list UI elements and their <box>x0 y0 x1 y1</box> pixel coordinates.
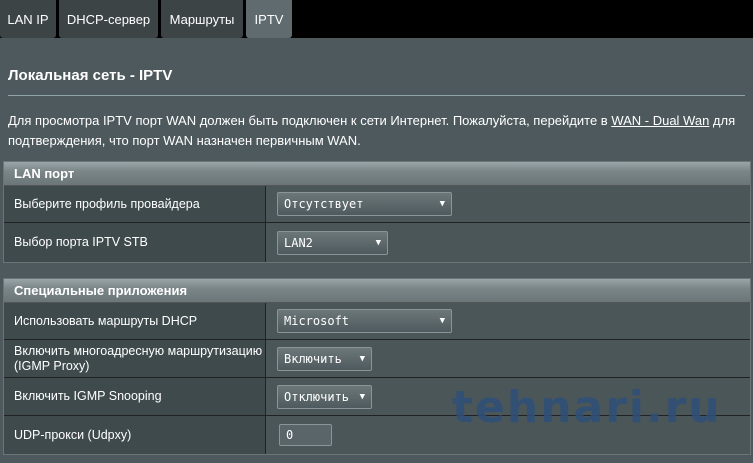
udpxy-label: UDP-прокси (Udpxy) <box>4 416 266 454</box>
provider-profile-select[interactable]: Отсутствует ▼ <box>277 192 452 216</box>
chevron-down-icon: ▼ <box>375 237 381 248</box>
lan-port-section: LAN порт Выберите профиль провайдера Отс… <box>3 161 751 263</box>
iptv-stb-port-value: LAN2 <box>284 235 313 250</box>
page-title: Локальная сеть - IPTV <box>8 67 173 84</box>
chevron-down-icon: ▼ <box>439 199 445 209</box>
row-provider-profile: Выберите профиль провайдера Отсутствует … <box>4 186 750 223</box>
tab-routes[interactable]: Маршруты <box>161 0 243 38</box>
chevron-down-icon: ▼ <box>439 316 445 326</box>
tab-iptv[interactable]: IPTV <box>246 0 292 38</box>
udpxy-input[interactable]: 0 <box>279 424 332 446</box>
row-igmp-proxy: Включить многоадресную маршрутизацию (IG… <box>4 340 750 378</box>
section-header-lan-port: LAN порт <box>4 162 750 186</box>
chevron-down-icon: ▼ <box>359 353 365 364</box>
provider-profile-cell: Отсутствует ▼ <box>266 186 750 222</box>
title-divider <box>8 95 745 96</box>
provider-profile-label: Выберите профиль провайдера <box>4 186 266 222</box>
dhcp-routes-select[interactable]: Microsoft ▼ <box>277 309 452 333</box>
description-text-before: Для просмотра IPTV порт WAN должен быть … <box>8 113 612 128</box>
iptv-stb-port-cell: LAN2 ▼ <box>266 223 750 262</box>
iptv-stb-port-select[interactable]: LAN2 ▼ <box>277 230 388 255</box>
row-dhcp-routes: Использовать маршруты DHCP Microsoft ▼ <box>4 303 750 340</box>
tab-dhcp-server[interactable]: DHCP-сервер <box>59 0 158 38</box>
igmp-proxy-label: Включить многоадресную маршрутизацию (IG… <box>4 340 266 377</box>
row-udpxy: UDP-прокси (Udpxy) 0 <box>4 416 750 454</box>
special-apps-section: Специальные приложения Использовать марш… <box>3 278 751 455</box>
tab-bar: LAN IP DHCP-сервер Маршруты IPTV <box>0 0 753 38</box>
wan-dual-wan-link[interactable]: WAN - Dual Wan <box>611 113 709 128</box>
section-header-special-apps: Специальные приложения <box>4 279 750 303</box>
dhcp-routes-label: Использовать маршруты DHCP <box>4 303 266 339</box>
udpxy-cell: 0 <box>266 416 750 454</box>
content-panel: Локальная сеть - IPTV Для просмотра IPTV… <box>0 38 753 463</box>
page-description: Для просмотра IPTV порт WAN должен быть … <box>8 111 748 151</box>
iptv-stb-port-label: Выбор порта IPTV STB <box>4 223 266 262</box>
row-iptv-stb-port: Выбор порта IPTV STB LAN2 ▼ <box>4 223 750 262</box>
igmp-snooping-select[interactable]: Отключить ▼ <box>277 384 372 409</box>
igmp-proxy-value: Включить <box>284 351 342 366</box>
igmp-proxy-cell: Включить ▼ <box>266 340 750 377</box>
row-igmp-snooping: Включить IGMP Snooping Отключить ▼ <box>4 378 750 416</box>
igmp-snooping-value: Отключить <box>284 389 350 404</box>
tab-lan-ip[interactable]: LAN IP <box>0 0 56 38</box>
igmp-snooping-label: Включить IGMP Snooping <box>4 378 266 415</box>
dhcp-routes-cell: Microsoft ▼ <box>266 303 750 339</box>
chevron-down-icon: ▼ <box>359 391 365 402</box>
provider-profile-value: Отсутствует <box>284 197 364 211</box>
igmp-proxy-select[interactable]: Включить ▼ <box>277 346 372 371</box>
dhcp-routes-value: Microsoft <box>284 314 350 328</box>
igmp-snooping-cell: Отключить ▼ <box>266 378 750 415</box>
